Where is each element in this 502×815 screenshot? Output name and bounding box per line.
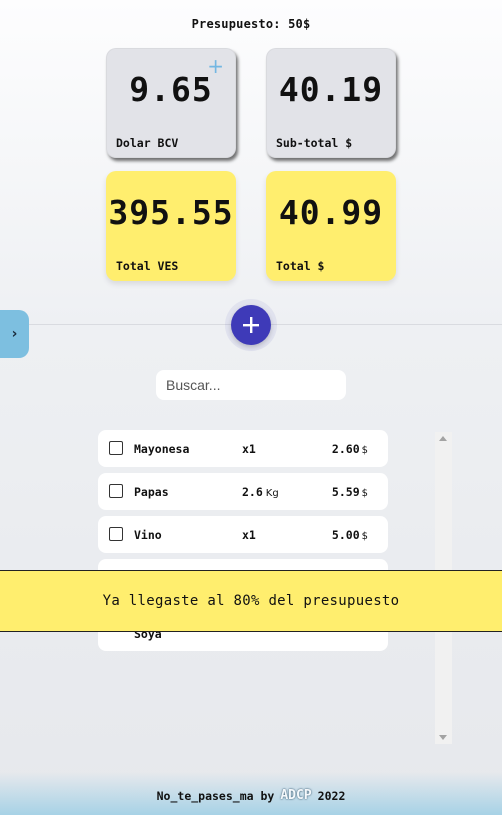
item-qty: x1 <box>242 442 256 456</box>
dolar-bcv-value: 9.65 <box>129 70 213 109</box>
total-ves-card: 395.55 Total VES <box>106 171 236 281</box>
budget-warning-toast: Ya llegaste al 80% del presupuesto <box>0 570 502 632</box>
item-name: Vino <box>134 528 162 542</box>
item-name: Mayonesa <box>134 442 190 456</box>
total-usd-value: 40.99 <box>278 193 384 232</box>
item-checkbox[interactable] <box>109 441 123 455</box>
total-usd-card: 40.99 Total $ <box>266 171 396 281</box>
dolar-bcv-label: Dolar BCV <box>116 136 179 150</box>
budget-label: Presupuesto: 50$ <box>191 17 311 31</box>
item-price: 5.59 $ <box>331 485 368 499</box>
list-item[interactable]: Papas 2.6 Kg 5.59 $ <box>98 473 388 510</box>
list-item[interactable]: Vino x1 5.00 $ <box>98 516 388 553</box>
add-item-button[interactable] <box>231 305 271 345</box>
subtotal-card: 40.19 Sub-total $ <box>266 48 396 158</box>
side-drawer-toggle[interactable]: › <box>0 310 29 358</box>
item-qty: 2.6 Kg <box>242 485 279 499</box>
item-price: 5.00 $ <box>331 528 368 542</box>
scroll-up-arrow-icon[interactable] <box>439 436 447 441</box>
chevron-right-icon: › <box>11 326 18 342</box>
search-input[interactable] <box>156 370 346 400</box>
footer-year: 2022 <box>317 788 346 803</box>
dolar-bcv-card[interactable]: + 9.65 Dolar BCV <box>106 48 236 158</box>
footer-brand: ADCP <box>280 788 312 803</box>
footer-by: by <box>260 788 275 803</box>
item-qty: x1 <box>242 528 256 542</box>
subtotal-value: 40.19 <box>278 70 384 109</box>
footer: No_te_pases_ma by ADCP 2022 <box>0 772 502 815</box>
footer-app-name: No_te_pases_ma <box>156 788 254 803</box>
subtotal-label: Sub-total $ <box>276 136 353 150</box>
total-ves-label: Total VES <box>116 259 179 273</box>
plus-icon <box>243 317 259 333</box>
list-item[interactable]: Mayonesa x1 2.60 $ <box>98 430 388 467</box>
item-name: Papas <box>134 485 169 499</box>
item-checkbox[interactable] <box>109 484 123 498</box>
item-checkbox[interactable] <box>109 527 123 541</box>
scroll-down-arrow-icon[interactable] <box>439 735 447 740</box>
total-usd-label: Total $ <box>276 259 325 273</box>
total-ves-value: 395.55 <box>108 193 234 232</box>
item-price: 2.60 $ <box>331 442 368 456</box>
